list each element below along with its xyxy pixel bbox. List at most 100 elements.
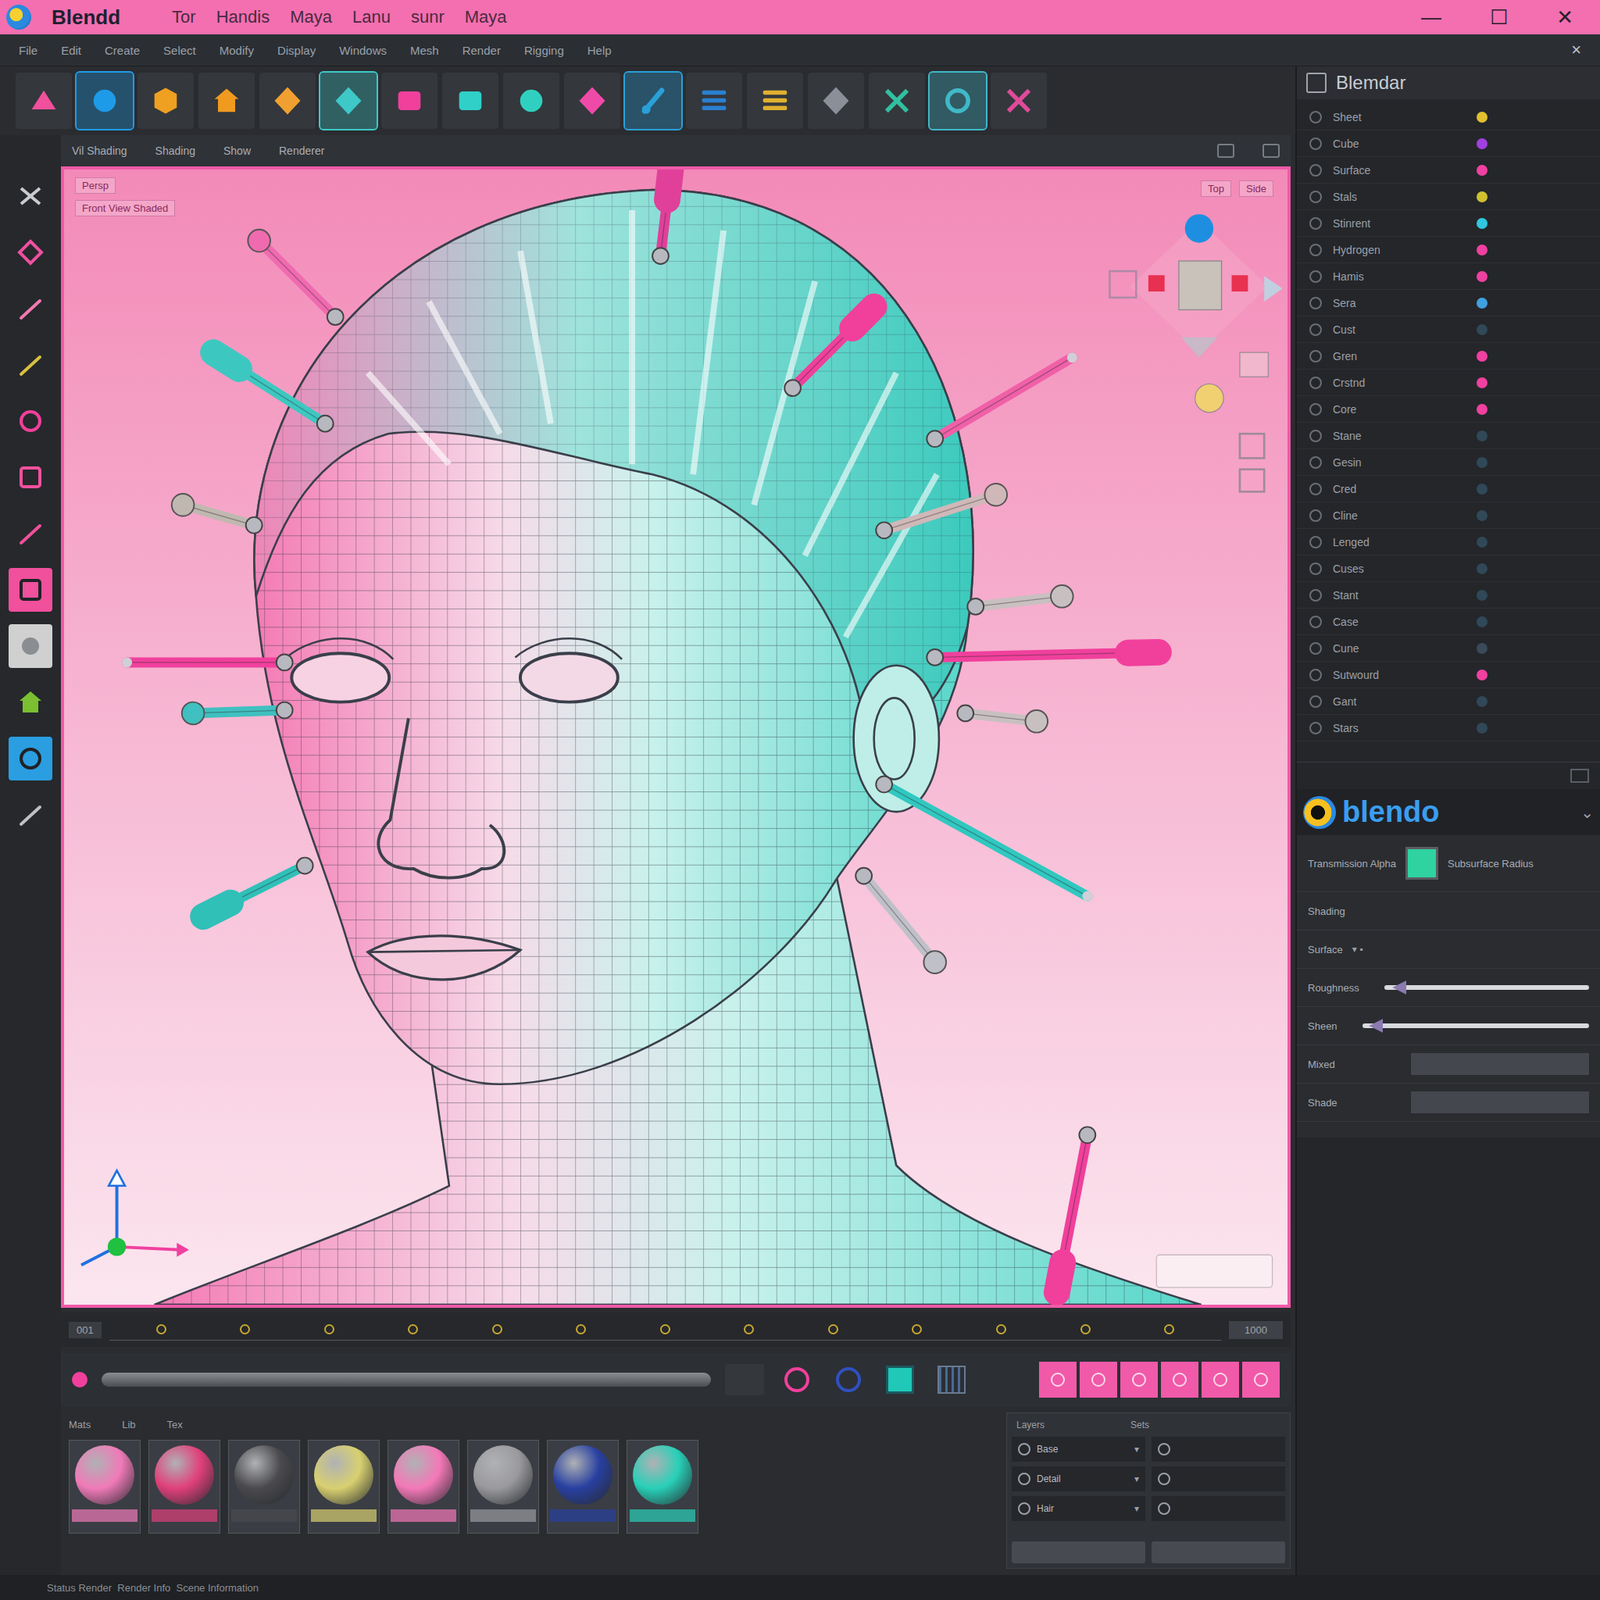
material-swatch[interactable] xyxy=(387,1439,460,1534)
tool-button[interactable] xyxy=(990,72,1047,129)
value-field[interactable] xyxy=(1410,1091,1590,1114)
nav-button[interactable] xyxy=(1109,271,1136,298)
outliner-item[interactable]: Crstnd xyxy=(1296,369,1600,397)
pin[interactable] xyxy=(1057,1126,1096,1293)
pin[interactable] xyxy=(875,776,1093,902)
keyframe-button[interactable] xyxy=(1120,1361,1158,1398)
outliner-item[interactable]: Hydrogen xyxy=(1296,236,1600,264)
layer-button[interactable] xyxy=(1011,1541,1146,1564)
material-swatch[interactable] xyxy=(626,1439,699,1534)
outliner-item[interactable]: Gant xyxy=(1296,688,1600,715)
pin[interactable] xyxy=(875,483,1008,539)
tool-button[interactable] xyxy=(442,72,499,129)
outliner-item[interactable]: Core xyxy=(1296,396,1600,423)
outliner-item[interactable]: Stals xyxy=(1296,183,1600,211)
outliner-item[interactable]: Cline xyxy=(1296,502,1600,529)
property-row[interactable]: Sheen xyxy=(1296,1007,1600,1046)
property-row[interactable]: Roughness xyxy=(1296,968,1600,1008)
outliner-item[interactable]: Cube xyxy=(1296,130,1600,158)
layer-row[interactable]: Hair▾ xyxy=(1011,1496,1286,1522)
timeline-track[interactable] xyxy=(109,1319,1222,1341)
outliner-item[interactable]: Sheet xyxy=(1296,103,1600,131)
side-tool-button[interactable] xyxy=(8,286,53,331)
menu-item[interactable]: Create xyxy=(104,43,140,58)
pin[interactable] xyxy=(926,352,1078,447)
viewport[interactable]: PerspFront View ShadedTopSide xyxy=(60,166,1291,1308)
keyframe-button[interactable] xyxy=(1160,1361,1199,1398)
loop-icon[interactable] xyxy=(829,1360,868,1399)
material-swatch[interactable] xyxy=(546,1439,619,1534)
tool-button[interactable] xyxy=(807,72,865,129)
layer-row[interactable]: Base▾ xyxy=(1011,1436,1286,1462)
pin[interactable] xyxy=(171,493,263,534)
pin[interactable] xyxy=(967,585,1073,615)
outliner-item[interactable]: Surface xyxy=(1296,157,1600,184)
tool-button[interactable] xyxy=(198,72,255,129)
title-tab[interactable]: Tor xyxy=(171,7,197,28)
value-field[interactable] xyxy=(1410,1053,1590,1075)
side-tool-button[interactable] xyxy=(8,680,53,725)
side-tool-button[interactable] xyxy=(8,792,53,837)
tool-button[interactable] xyxy=(15,72,72,129)
keyframe-button[interactable] xyxy=(1079,1361,1118,1398)
tool-button[interactable] xyxy=(320,72,377,129)
pin[interactable] xyxy=(926,649,1159,666)
property-row[interactable]: Surface▾ ▪ xyxy=(1296,930,1600,969)
layers-tab[interactable]: Layers xyxy=(1016,1419,1045,1431)
slider[interactable] xyxy=(1362,1023,1590,1029)
outliner-item[interactable]: Stars xyxy=(1296,714,1600,742)
side-tool-button[interactable] xyxy=(8,511,53,556)
pin[interactable] xyxy=(203,857,313,917)
pin[interactable] xyxy=(121,653,293,671)
visibility-icon[interactable] xyxy=(1309,615,1322,629)
grid-icon[interactable] xyxy=(932,1360,971,1399)
scrub-bar[interactable] xyxy=(101,1372,711,1387)
visibility-icon[interactable] xyxy=(1309,695,1322,708)
side-tool-button[interactable] xyxy=(8,455,53,500)
visibility-icon[interactable] xyxy=(1309,243,1322,257)
outliner-item[interactable]: Cred xyxy=(1296,475,1600,503)
side-tool-button[interactable] xyxy=(8,624,53,668)
property-row[interactable]: Mixed xyxy=(1296,1045,1600,1084)
outliner-item[interactable]: Cust xyxy=(1296,316,1600,343)
menu-item[interactable]: File xyxy=(18,43,38,58)
menu-item[interactable]: Edit xyxy=(60,43,82,58)
materials-tab[interactable]: Lib xyxy=(121,1418,136,1431)
stop-icon[interactable] xyxy=(881,1360,919,1399)
tool-button[interactable] xyxy=(685,72,743,129)
keyframe-button[interactable] xyxy=(1201,1361,1240,1398)
settings-icon[interactable] xyxy=(1262,143,1280,158)
frame-field[interactable] xyxy=(725,1364,765,1396)
property-row[interactable]: Shading xyxy=(1296,892,1600,931)
pin[interactable] xyxy=(855,867,947,974)
material-swatch[interactable] xyxy=(228,1439,300,1534)
material-swatch[interactable] xyxy=(307,1439,380,1534)
visibility-icon[interactable] xyxy=(1309,562,1322,575)
side-tool-button[interactable] xyxy=(8,174,53,218)
tool-button[interactable] xyxy=(564,72,621,129)
menu-item[interactable]: Mesh xyxy=(410,43,440,58)
tool-button[interactable] xyxy=(76,72,133,129)
menu-item[interactable]: Modify xyxy=(219,43,254,58)
property-row[interactable]: Shade xyxy=(1296,1083,1600,1122)
tool-button[interactable] xyxy=(137,72,194,129)
title-tab[interactable]: Handis xyxy=(216,7,270,28)
view-gizmo[interactable] xyxy=(1129,214,1283,358)
nav-button[interactable] xyxy=(1195,383,1224,412)
outliner-item[interactable]: Sera xyxy=(1296,289,1600,317)
timeline[interactable]: 0011000 xyxy=(60,1312,1291,1347)
nav-button[interactable] xyxy=(1239,469,1265,493)
viewport-menu[interactable]: Show xyxy=(223,144,251,158)
pin[interactable] xyxy=(182,702,293,725)
visibility-icon[interactable] xyxy=(1309,110,1322,124)
outliner-item[interactable]: Hamis xyxy=(1296,263,1600,290)
record-icon[interactable] xyxy=(71,1371,88,1388)
visibility-icon[interactable] xyxy=(1309,323,1322,336)
nav-button[interactable] xyxy=(1239,433,1265,458)
key-icon[interactable] xyxy=(778,1360,816,1399)
visibility-icon[interactable] xyxy=(1309,509,1322,522)
title-tab[interactable]: sunr xyxy=(410,7,445,28)
visibility-icon[interactable] xyxy=(1309,642,1322,655)
outliner-item[interactable]: Stane xyxy=(1296,422,1600,450)
panel-icon[interactable] xyxy=(1570,768,1590,783)
